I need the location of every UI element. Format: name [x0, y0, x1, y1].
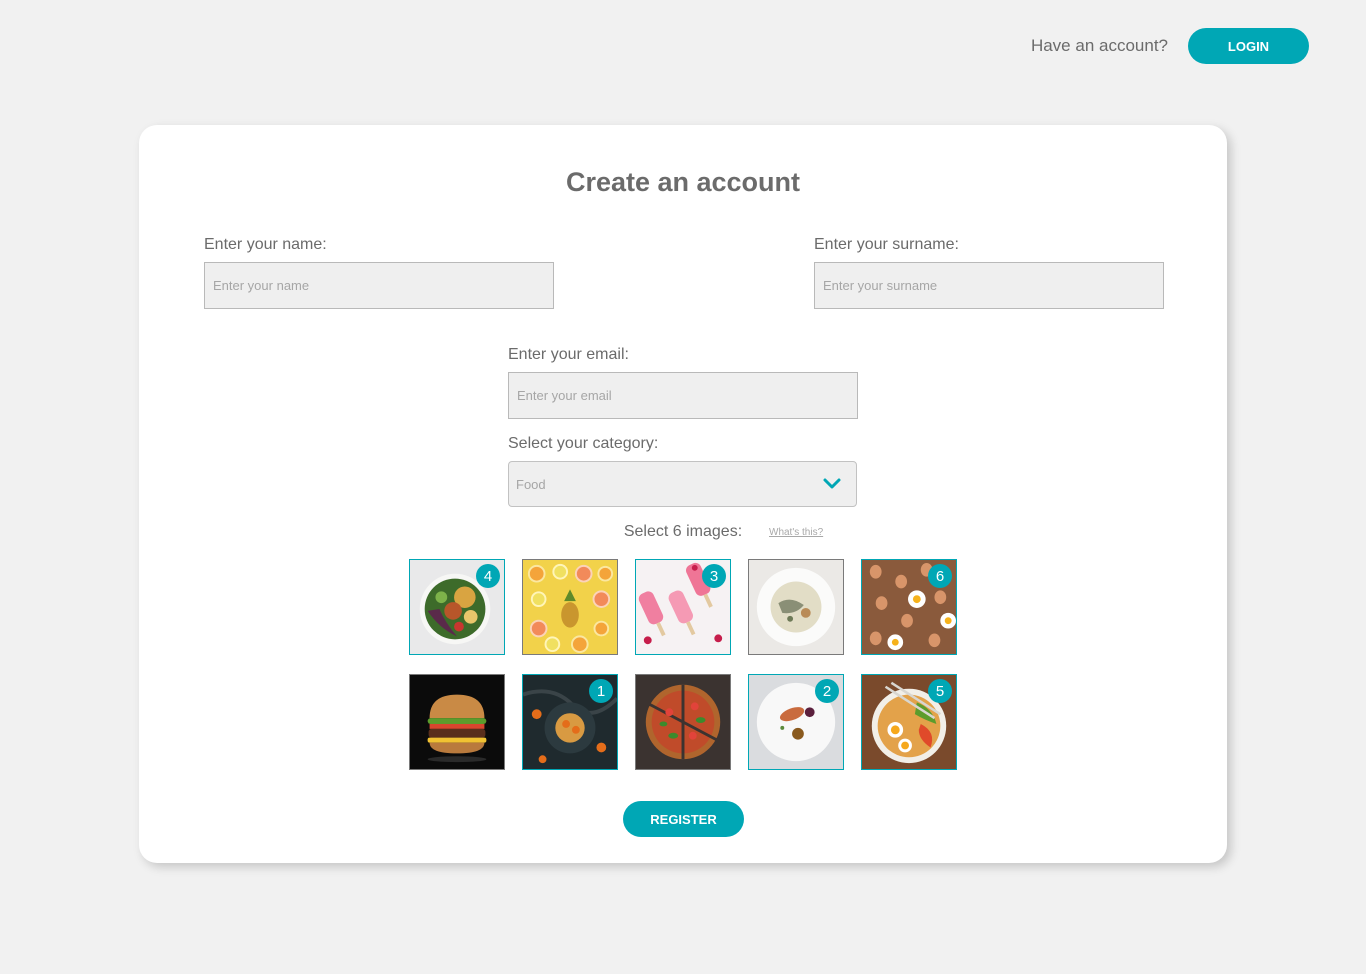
- image-tile[interactable]: [409, 674, 505, 770]
- image-tile[interactable]: 1: [522, 674, 618, 770]
- image-tile[interactable]: 3: [635, 559, 731, 655]
- selection-order-badge: 4: [476, 564, 500, 588]
- image-grid: 4 3 6 1 2 5: [409, 559, 957, 770]
- citrus-fruits-image: [523, 560, 617, 654]
- email-field-group: Enter your email:: [508, 346, 858, 419]
- name-input[interactable]: [204, 262, 554, 309]
- chevron-down-icon: [823, 478, 841, 489]
- selection-order-badge: 1: [589, 679, 613, 703]
- pizza-image: [636, 675, 730, 769]
- surname-field-group: Enter your surname:: [814, 236, 1164, 309]
- category-label: Select your category:: [508, 435, 659, 452]
- images-label: Select 6 images:: [623, 523, 743, 540]
- have-account-text: Have an account?: [1030, 36, 1168, 55]
- surname-input[interactable]: [814, 262, 1164, 309]
- image-tile[interactable]: [748, 559, 844, 655]
- image-tile[interactable]: 4: [409, 559, 505, 655]
- selection-order-badge: 5: [928, 679, 952, 703]
- image-tile[interactable]: 2: [748, 674, 844, 770]
- top-bar: Have an account? LOGIN: [1031, 28, 1309, 64]
- burger-image: [410, 675, 504, 769]
- category-field-group: Select your category: Food: [508, 435, 858, 507]
- register-button[interactable]: REGISTER: [623, 801, 744, 837]
- register-card: Create an account Enter your name: Enter…: [139, 125, 1227, 863]
- category-selected-value: Food: [516, 476, 546, 492]
- image-tile[interactable]: [522, 559, 618, 655]
- image-tile[interactable]: 6: [861, 559, 957, 655]
- email-input[interactable]: [508, 372, 858, 419]
- images-header: Select 6 images: What's this?: [139, 523, 1227, 541]
- selection-order-badge: 6: [928, 564, 952, 588]
- email-label: Enter your email:: [508, 346, 629, 363]
- page-title: Create an account: [565, 167, 801, 197]
- login-button[interactable]: LOGIN: [1188, 28, 1309, 64]
- name-field-group: Enter your name:: [204, 236, 554, 309]
- selection-order-badge: 3: [702, 564, 726, 588]
- image-tile[interactable]: 5: [861, 674, 957, 770]
- whats-this-link[interactable]: What's this?: [769, 527, 823, 538]
- category-select[interactable]: Food: [508, 461, 857, 507]
- soup-plate-image: [749, 560, 843, 654]
- name-label: Enter your name:: [204, 236, 327, 253]
- surname-label: Enter your surname:: [814, 236, 959, 253]
- selection-order-badge: 2: [815, 679, 839, 703]
- image-tile[interactable]: [635, 674, 731, 770]
